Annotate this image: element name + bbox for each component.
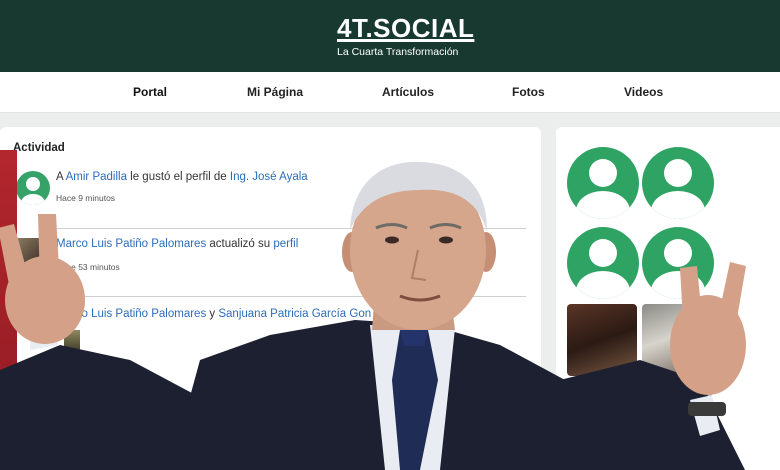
actor-link[interactable]: ez, Ricardo Meade Ob bbox=[98, 408, 213, 420]
nav-mi-pagina[interactable]: Mi Página bbox=[247, 85, 303, 99]
user-avatar[interactable] bbox=[16, 171, 50, 205]
activity-verb: le gustó el perfil de bbox=[126, 171, 230, 183]
group-name: AL Cuarta Transf bbox=[98, 423, 185, 435]
member-avatar[interactable] bbox=[642, 147, 714, 219]
activity-text: A Amir Padilla le gustó el perfil de Ing… bbox=[56, 171, 308, 183]
nav-articulos[interactable]: Artículos bbox=[382, 85, 434, 99]
activity-title: Actividad bbox=[13, 142, 65, 154]
actor-link[interactable]: Marco Luis Patiño Palomares bbox=[56, 308, 206, 320]
activity-time: 1 hora bbox=[68, 363, 93, 373]
divider bbox=[57, 228, 526, 229]
activity-text: Marco Luis Patiño Palomares actualizó su… bbox=[56, 238, 298, 250]
member-avatar[interactable] bbox=[567, 147, 639, 219]
nav-portal[interactable]: Portal bbox=[133, 85, 167, 99]
photo-thumbnail[interactable] bbox=[64, 330, 80, 352]
main-nav: Portal Mi Página Artículos Fotos Videos bbox=[0, 72, 780, 113]
nav-videos[interactable]: Videos bbox=[624, 85, 663, 99]
4t-logo-badge: 4T bbox=[14, 408, 59, 444]
site-logo[interactable]: 4T.SOCIAL La Cuarta Transformación bbox=[337, 14, 474, 59]
members-panel bbox=[556, 127, 780, 470]
activity-verb: y bbox=[206, 308, 219, 320]
member-photo[interactable] bbox=[642, 304, 712, 376]
activity-panel: Actividad A Amir Padilla le gustó el per… bbox=[0, 127, 541, 470]
actor-link[interactable]: Amir Padilla bbox=[66, 171, 127, 183]
site-header: 4T.SOCIAL La Cuarta Transformación bbox=[0, 0, 780, 72]
actor-link[interactable]: Marco Luis Patiño Palomares bbox=[56, 238, 206, 250]
nav-fotos[interactable]: Fotos bbox=[512, 85, 545, 99]
member-photo[interactable] bbox=[567, 304, 637, 376]
member-avatar[interactable] bbox=[567, 227, 639, 299]
activity-text: Marco Luis Patiño Palomares y Sanjuana P… bbox=[56, 308, 371, 320]
activity-prefix: A bbox=[56, 171, 66, 183]
activity-time: Hace 53 minutos bbox=[56, 262, 120, 272]
activity-verb: actualizó su bbox=[206, 238, 274, 250]
activity-time: Hace 9 minutos bbox=[56, 193, 116, 203]
divider bbox=[57, 296, 526, 297]
member-avatar[interactable] bbox=[642, 227, 714, 299]
member-photo[interactable] bbox=[642, 385, 712, 457]
brand-name: 4T.SOCIAL bbox=[337, 13, 475, 43]
target-link[interactable]: Sanjuana Patricia García Gon bbox=[218, 308, 371, 320]
brand-tagline: La Cuarta Transformación bbox=[337, 46, 459, 58]
target-link[interactable]: Ing. José Ayala bbox=[230, 171, 308, 183]
activity-text: ez, Ricardo Meade Ob bbox=[98, 408, 213, 420]
user-avatar[interactable] bbox=[16, 238, 49, 273]
target-link[interactable]: perfil bbox=[273, 238, 298, 250]
